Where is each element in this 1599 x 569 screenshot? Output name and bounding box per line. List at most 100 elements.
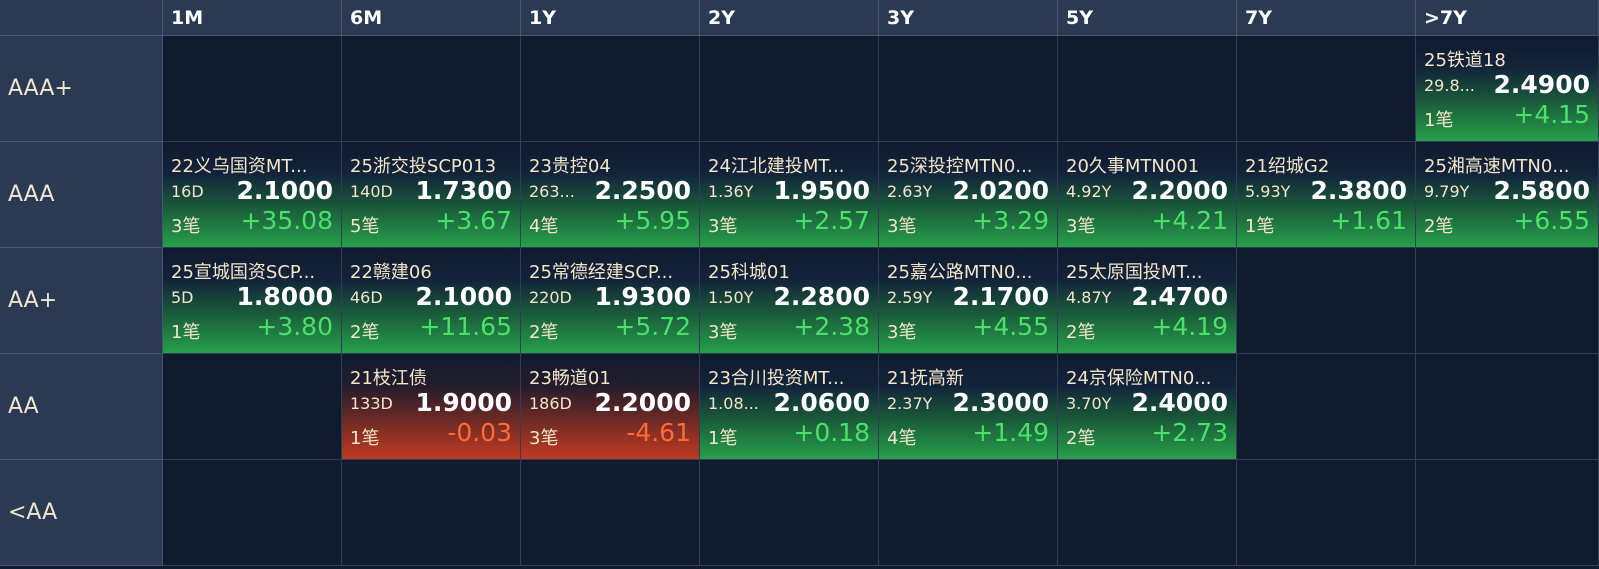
bond-yield: 2.3800 [1310,176,1407,205]
bond-cell[interactable]: 24江北建投MT... 1.36Y 1.9500 3笔 +2.57 [700,142,879,248]
bond-yield: 1.8000 [236,282,333,311]
column-header[interactable]: 1M [163,0,342,36]
bond-name: 22赣建06 [350,262,432,283]
bond-term: 4.92Y [1066,182,1112,201]
bond-yield: 2.0600 [773,388,870,417]
bond-yield: 1.9300 [594,282,691,311]
bond-cell[interactable]: 25嘉公路MTN0... 2.59Y 2.1700 3笔 +4.55 [879,248,1058,354]
bond-term: 5.93Y [1245,182,1291,201]
bond-name: 20久事MTN001 [1066,156,1200,177]
trade-count: 1笔 [350,428,380,449]
bond-cell[interactable]: 21抚高新 2.37Y 2.3000 4笔 +1.49 [879,354,1058,460]
yield-change: +11.65 [419,312,512,341]
bond-term: 3.70Y [1066,394,1112,413]
bond-cell[interactable]: 25浙交投SCP013 140D 1.7300 5笔 +3.67 [342,142,521,248]
bond-yield: 2.2000 [594,388,691,417]
bond-name: 25湘高速MTN0... [1424,156,1570,177]
empty-cell [700,36,879,142]
empty-cell [521,460,700,566]
bond-name: 23畅道01 [529,368,611,389]
bond-yield: 2.2000 [1131,176,1228,205]
empty-cell [1237,248,1416,354]
bond-cell[interactable]: 25宣城国资SCP... 5D 1.8000 1笔 +3.80 [163,248,342,354]
bond-name: 22义乌国资MT... [171,156,308,177]
bond-name: 21枝江债 [350,368,427,389]
bond-term: 140D [350,182,393,201]
bond-term: 9.79Y [1424,182,1470,201]
bond-cell[interactable]: 25常德经建SCP... 220D 1.9300 2笔 +5.72 [521,248,700,354]
bond-term: 46D [350,288,383,307]
bond-cell[interactable]: 21枝江债 133D 1.9000 1笔 -0.03 [342,354,521,460]
bond-name: 21抚高新 [887,368,964,389]
yield-change: +0.18 [793,418,870,447]
bond-cell[interactable]: 24京保险MTN0... 3.70Y 2.4000 2笔 +2.73 [1058,354,1237,460]
empty-cell [1237,460,1416,566]
trade-count: 2笔 [529,322,559,343]
column-header[interactable]: 3Y [879,0,1058,36]
bond-cell[interactable]: 22义乌国资MT... 16D 2.1000 3笔 +35.08 [163,142,342,248]
header-corner [0,0,163,36]
bond-term: 263... [529,182,575,201]
column-header[interactable]: 5Y [1058,0,1237,36]
column-header[interactable]: 2Y [700,0,879,36]
yield-change: -4.61 [626,418,691,447]
yield-change: +3.80 [256,312,333,341]
bond-yield: 2.0200 [952,176,1049,205]
empty-cell [1058,460,1237,566]
column-header[interactable]: 6M [342,0,521,36]
bond-cell[interactable]: 23畅道01 186D 2.2000 3笔 -4.61 [521,354,700,460]
trade-count: 2笔 [350,322,380,343]
bond-cell[interactable]: 23贵控04 263... 2.2500 4笔 +5.95 [521,142,700,248]
bond-cell[interactable]: 21绍城G2 5.93Y 2.3800 1笔 +1.61 [1237,142,1416,248]
empty-cell [700,460,879,566]
bond-cell[interactable]: 22赣建06 46D 2.1000 2笔 +11.65 [342,248,521,354]
bond-yield: 1.9000 [415,388,512,417]
empty-cell [1416,248,1599,354]
yield-change: +4.15 [1513,100,1590,129]
trade-count: 3笔 [1066,216,1096,237]
trade-count: 2笔 [1066,428,1096,449]
yield-change: +5.72 [614,312,691,341]
yield-change: +3.29 [972,206,1049,235]
trade-count: 4笔 [529,216,559,237]
trade-count: 3笔 [887,216,917,237]
empty-cell [1237,354,1416,460]
trade-count: 2笔 [1066,322,1096,343]
bond-yield: 2.2500 [594,176,691,205]
row-label: AAA [0,142,163,248]
bond-term: 29.8... [1424,76,1475,95]
row-label: <AA [0,460,163,566]
rating-term-matrix: 1M 6M 1Y 2Y 3Y 5Y 7Y >7Y AAA+ 25铁道18 29.8... 2.4900… [0,0,1599,569]
bond-name: 25太原国投MT... [1066,262,1203,283]
column-header[interactable]: 1Y [521,0,700,36]
bond-cell[interactable]: 23合川投资MT... 1.08... 2.0600 1笔 +0.18 [700,354,879,460]
bond-term: 1.08... [708,394,759,413]
bond-yield: 2.1000 [236,176,333,205]
yield-change: +4.21 [1151,206,1228,235]
bond-cell[interactable]: 25深投控MTN0... 2.63Y 2.0200 3笔 +3.29 [879,142,1058,248]
empty-cell [342,460,521,566]
bond-cell[interactable]: 25太原国投MT... 4.87Y 2.4700 2笔 +4.19 [1058,248,1237,354]
yield-change: +5.95 [614,206,691,235]
column-header[interactable]: >7Y [1416,0,1599,36]
bond-cell[interactable]: 25科城01 1.50Y 2.2800 3笔 +2.38 [700,248,879,354]
bond-cell[interactable]: 25铁道18 29.8... 2.4900 1笔 +4.15 [1416,36,1599,142]
empty-cell [342,36,521,142]
empty-cell [163,354,342,460]
empty-cell [521,36,700,142]
yield-change: +2.57 [793,206,870,235]
bond-term: 1.50Y [708,288,754,307]
yield-change: +1.61 [1330,206,1407,235]
bond-yield: 2.5800 [1493,176,1590,205]
column-header[interactable]: 7Y [1237,0,1416,36]
bond-name: 21绍城G2 [1245,156,1330,177]
bond-cell[interactable]: 25湘高速MTN0... 9.79Y 2.5800 2笔 +6.55 [1416,142,1599,248]
bond-yield: 2.4900 [1493,70,1590,99]
bond-yield: 2.2800 [773,282,870,311]
bond-term: 4.87Y [1066,288,1112,307]
trade-count: 3笔 [708,322,738,343]
bond-name: 25深投控MTN0... [887,156,1033,177]
trade-count: 3笔 [887,322,917,343]
bond-cell[interactable]: 20久事MTN001 4.92Y 2.2000 3笔 +4.21 [1058,142,1237,248]
trade-count: 1笔 [1245,216,1275,237]
